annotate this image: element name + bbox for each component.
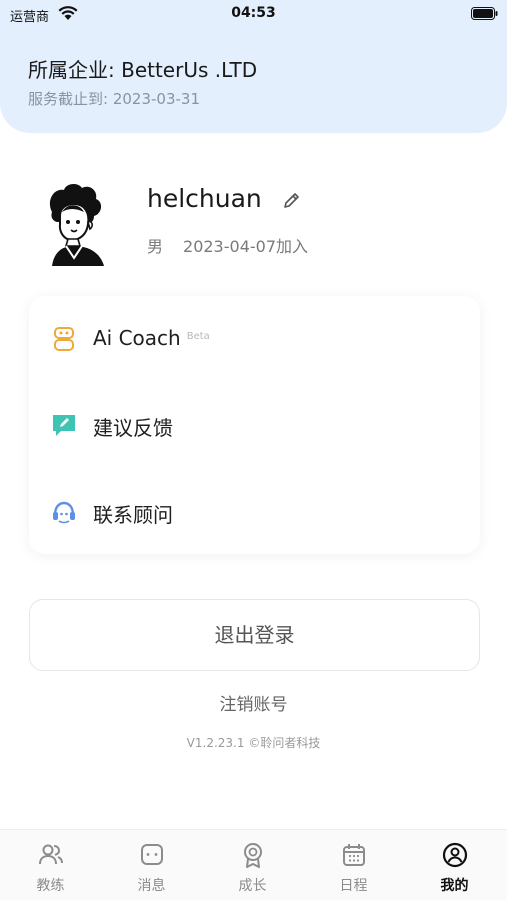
- feedback-icon: [53, 415, 75, 436]
- beta-badge: Beta: [186, 331, 210, 342]
- cancel-account-link[interactable]: 注销账号: [0, 690, 507, 715]
- gender-label: 男: [147, 237, 164, 256]
- menu-item-feedback[interactable]: 建议反馈: [29, 394, 480, 454]
- username: helchuan: [147, 184, 262, 213]
- menu-label-contact-advisor: 联系顾问: [93, 503, 173, 527]
- menu-label-feedback: 建议反馈: [93, 416, 173, 440]
- tab-coach[interactable]: 教练: [0, 830, 101, 900]
- tab-label-coach: 教练: [36, 878, 65, 894]
- tab-label-growth: 成长: [238, 878, 267, 894]
- tab-label-schedule: 日程: [339, 878, 368, 894]
- status-time: 04:53: [231, 5, 276, 21]
- logout-button[interactable]: 退出登录: [29, 599, 480, 671]
- tab-bar: 教练 消息 成长 日程 我的: [0, 829, 507, 900]
- headset-icon: [53, 501, 75, 524]
- tab-label-messages: 消息: [137, 878, 166, 894]
- calendar-icon: [343, 844, 365, 866]
- menu-item-contact-advisor[interactable]: 联系顾问: [29, 481, 480, 541]
- join-date: 2023-04-07加入: [183, 237, 309, 256]
- menu-card: Ai Coach Beta 建议反馈 联系顾问: [29, 296, 480, 554]
- tab-growth[interactable]: 成长: [202, 830, 303, 900]
- battery-icon: [471, 7, 498, 20]
- version-label: V1.2.23.1 ©聆问者科技: [186, 736, 321, 750]
- tab-mine[interactable]: 我的: [404, 830, 505, 900]
- menu-item-ai-coach[interactable]: Ai Coach Beta: [29, 308, 480, 368]
- people-icon: [39, 844, 63, 865]
- company-name: 所属企业: BetterUs .LTD: [28, 58, 258, 82]
- medal-icon: [244, 843, 262, 868]
- status-bar: 运营商 04:53: [0, 0, 507, 28]
- menu-label-ai-coach: Ai Coach Beta: [93, 326, 210, 350]
- tab-label-mine: 我的: [440, 878, 469, 894]
- avatar[interactable]: [44, 182, 114, 266]
- user-icon: [442, 842, 468, 868]
- service-expiry: 服务截止到: 2023-03-31: [28, 90, 200, 108]
- message-icon: [141, 844, 163, 865]
- profile-meta: 男 2023-04-07加入: [147, 233, 308, 257]
- tab-messages[interactable]: 消息: [101, 830, 202, 900]
- robot-icon: [54, 327, 74, 351]
- edit-icon[interactable]: [282, 190, 302, 210]
- tab-schedule[interactable]: 日程: [303, 830, 404, 900]
